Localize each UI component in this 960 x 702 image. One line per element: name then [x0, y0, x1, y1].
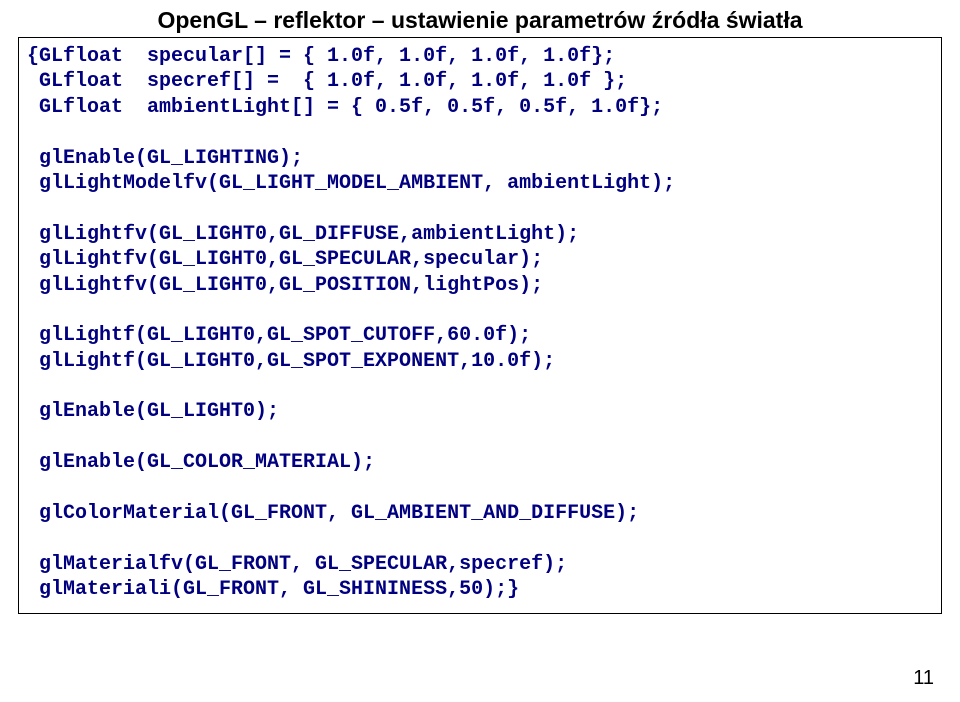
code-line: glColorMaterial(GL_FRONT, GL_AMBIENT_AND… — [27, 502, 639, 525]
code-line: glEnable(GL_COLOR_MATERIAL); — [27, 451, 375, 474]
page-title: OpenGL – reflektor – ustawienie parametr… — [0, 0, 960, 37]
page-number: 11 — [913, 667, 934, 690]
code-line: GLfloat ambientLight[] = { 0.5f, 0.5f, 0… — [27, 96, 663, 119]
code-line: glMateriali(GL_FRONT, GL_SHININESS,50);} — [27, 578, 519, 601]
code-line: glLightfv(GL_LIGHT0,GL_POSITION,lightPos… — [27, 274, 543, 297]
code-line: glEnable(GL_LIGHTING); — [27, 147, 303, 170]
code-line: GLfloat specref[] = { 1.0f, 1.0f, 1.0f, … — [27, 70, 627, 93]
code-line: glLightf(GL_LIGHT0,GL_SPOT_EXPONENT,10.0… — [27, 350, 555, 373]
code-line: {GLfloat specular[] = { 1.0f, 1.0f, 1.0f… — [27, 45, 615, 68]
code-line: glLightf(GL_LIGHT0,GL_SPOT_CUTOFF,60.0f)… — [27, 324, 531, 347]
code-block: {GLfloat specular[] = { 1.0f, 1.0f, 1.0f… — [18, 37, 942, 614]
code-line: glLightfv(GL_LIGHT0,GL_DIFFUSE,ambientLi… — [27, 223, 579, 246]
code-line: glLightModelfv(GL_LIGHT_MODEL_AMBIENT, a… — [27, 172, 675, 195]
code-line: glLightfv(GL_LIGHT0,GL_SPECULAR,specular… — [27, 248, 543, 271]
code-line: glEnable(GL_LIGHT0); — [27, 400, 279, 423]
code-line: glMaterialfv(GL_FRONT, GL_SPECULAR,specr… — [27, 553, 567, 576]
